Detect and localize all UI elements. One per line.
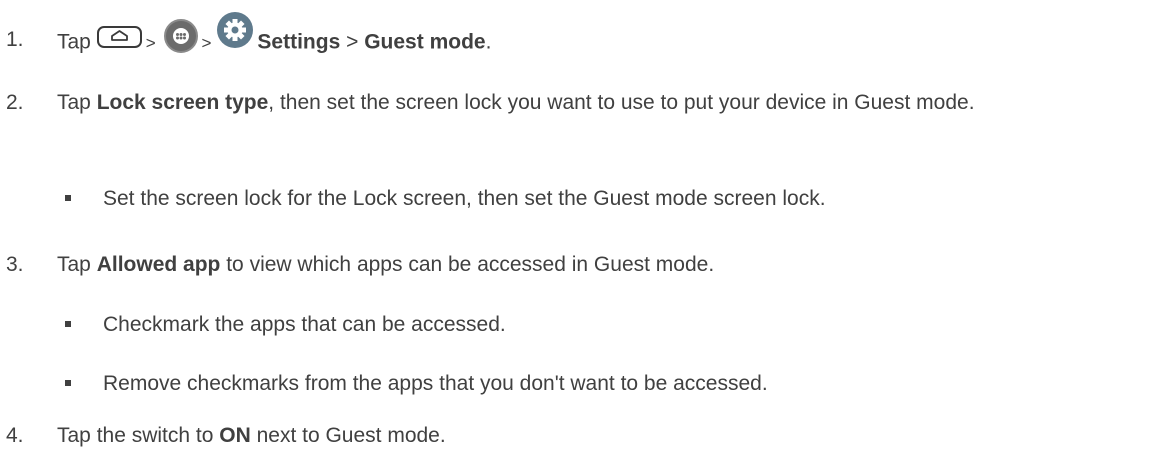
step-3-bullet-2: Remove checkmarks from the apps that you… <box>65 369 1143 399</box>
step-text: Tap Allowed app to view which apps can b… <box>57 250 1142 280</box>
step-2-bullet-1: Set the screen lock for the Lock screen,… <box>65 184 1143 214</box>
step-number: 3. <box>6 253 24 276</box>
bullet-text: Set the screen lock for the Lock screen,… <box>103 187 826 210</box>
step-prefix: Tap <box>57 91 97 114</box>
step-prefix: Tap <box>57 30 91 54</box>
home-icon <box>96 26 142 48</box>
step-text: Tap Lock screen type, then set the scree… <box>57 88 1142 118</box>
bullet-text: Remove checkmarks from the apps that you… <box>103 372 768 395</box>
guest-mode-label: Guest mode <box>364 30 486 54</box>
settings-gear-icon <box>217 12 254 48</box>
step-number: 4. <box>6 424 24 447</box>
separator: > <box>145 33 156 53</box>
step-rest: next to Guest mode. <box>250 424 446 447</box>
step-end: . <box>485 30 492 54</box>
step-3-bullet-1: Checkmark the apps that can be accessed. <box>65 310 1143 340</box>
step-rest: to view which apps can be accessed in Gu… <box>220 253 715 276</box>
settings-label: Settings <box>257 30 341 54</box>
step-number: 1. <box>6 28 24 51</box>
instructions-page: 1. Tap > > Settings > Guest mode. 2. Tap … <box>0 0 1149 458</box>
separator: > <box>201 33 212 53</box>
apps-icon <box>164 19 199 53</box>
step-bold: Allowed app <box>96 253 221 276</box>
step-bold: Lock screen type <box>96 91 269 114</box>
step-prefix: Tap <box>57 253 97 276</box>
step-text: Tap the switch to ON next to Guest mode. <box>57 421 1142 451</box>
step-prefix: Tap the switch to <box>57 424 220 447</box>
step-number: 2. <box>6 91 24 114</box>
bullet-marker <box>65 380 71 386</box>
bullet-marker <box>65 321 71 327</box>
bullet-marker <box>65 195 71 201</box>
step-text: Tap > > Settings > Guest mode. <box>57 12 1142 61</box>
separator: > <box>346 30 359 54</box>
bullet-text: Checkmark the apps that can be accessed. <box>103 313 506 336</box>
step-bold: ON <box>219 424 251 447</box>
step-rest: , then set the screen lock you want to u… <box>268 91 975 114</box>
